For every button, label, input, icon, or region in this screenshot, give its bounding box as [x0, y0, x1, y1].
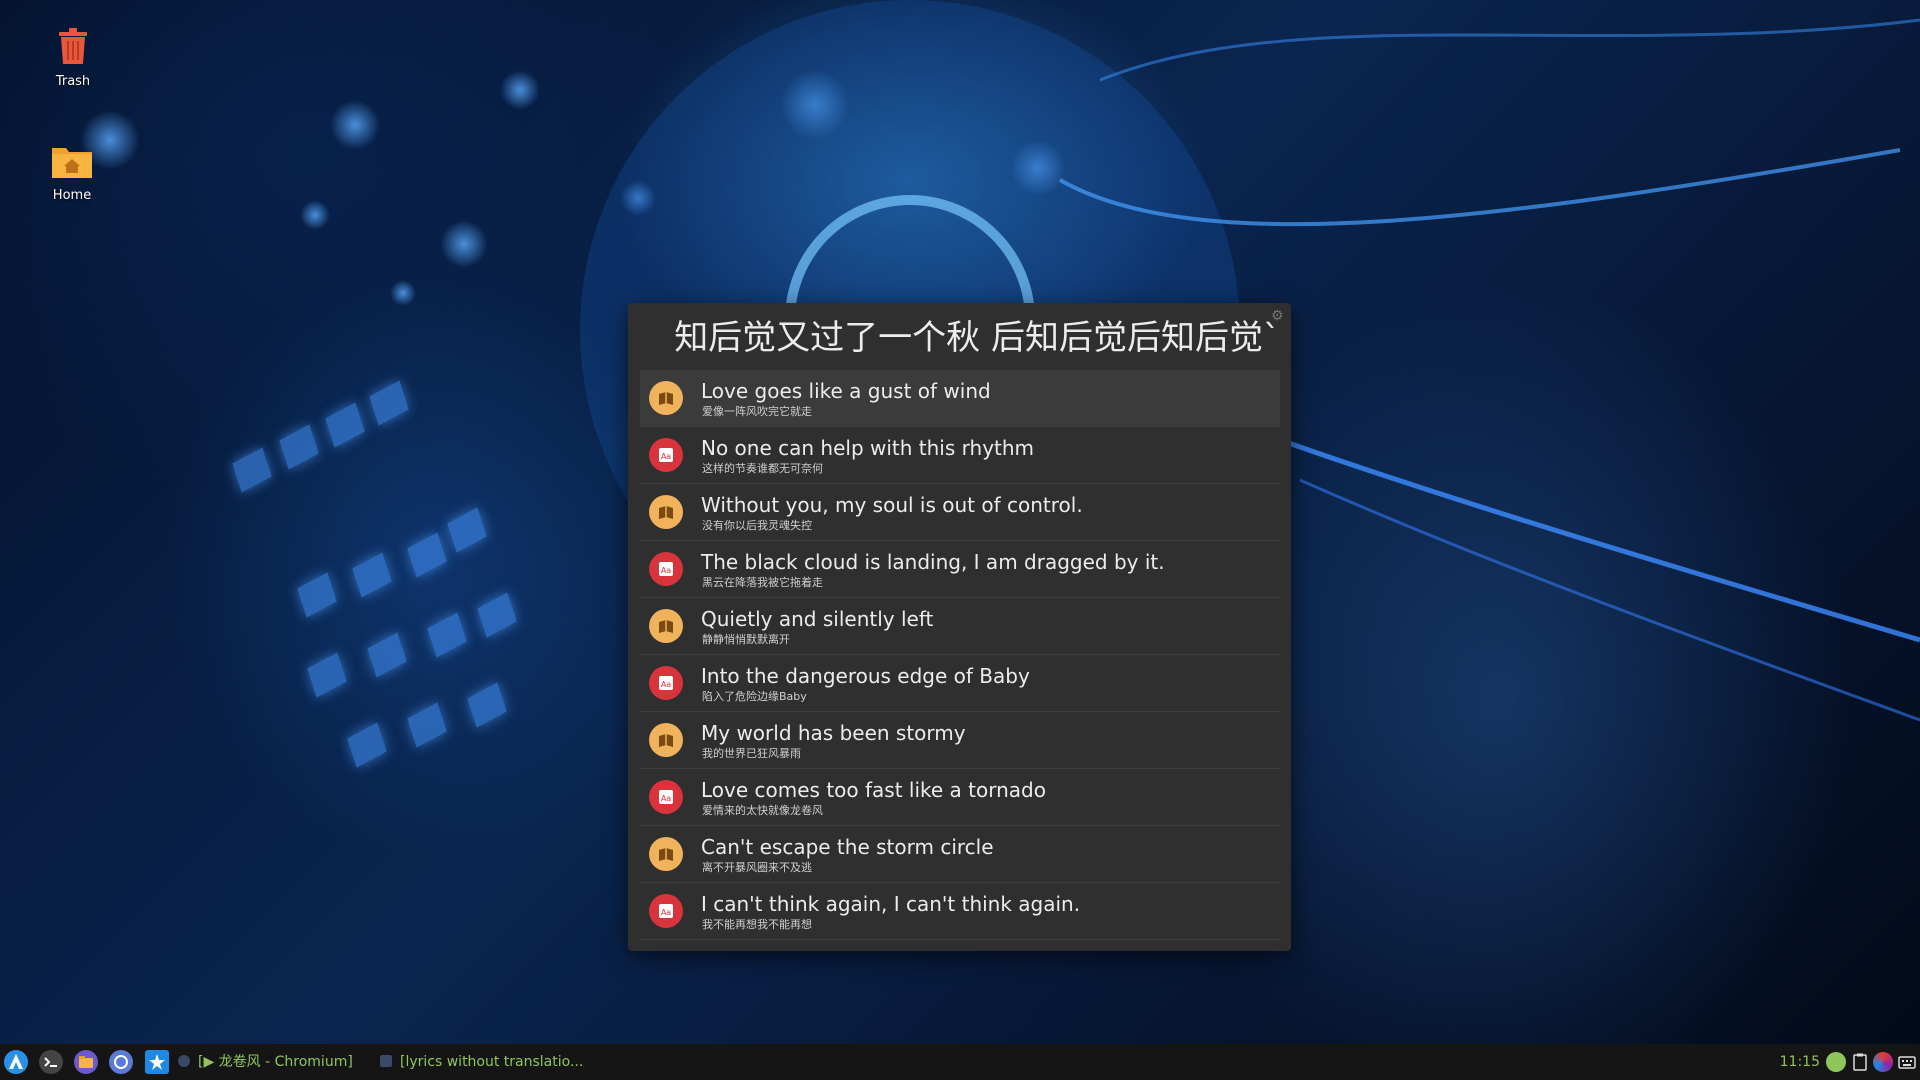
result-item[interactable]: Quietly and silently left 静静悄悄默默离开: [640, 598, 1280, 655]
taskbar: [▶ 龙卷风 - Chromium] [lyrics without trans…: [0, 1044, 1920, 1080]
result-title: No one can help with this rhythm: [701, 436, 1035, 460]
app-menu-icon[interactable]: [4, 1050, 28, 1074]
dictionary-icon: Aa: [649, 438, 683, 472]
result-title: Into the dangerous edge of Baby: [701, 664, 1030, 688]
keyboard-icon[interactable]: [1897, 1052, 1917, 1072]
svg-text:Aa: Aa: [661, 908, 671, 917]
result-item[interactable]: Aa The black cloud is landing, I am drag…: [640, 541, 1280, 598]
clock[interactable]: 11:15: [1780, 1044, 1820, 1080]
svg-text:Aa: Aa: [661, 680, 671, 689]
result-subtitle: 爱情来的太快就像龙卷风: [702, 804, 823, 817]
book-icon: [649, 837, 683, 871]
result-item[interactable]: Aa No one can help with this rhythm 这样的节…: [640, 427, 1280, 484]
result-title: The black cloud is landing, I am dragged…: [701, 550, 1165, 574]
desktop: Trash Home ⚙ 知后觉又过了一个秋 后知后觉后知后觉` Love go…: [0, 0, 1920, 1080]
task-label: [▶ 龙卷风 - Chromium]: [198, 1054, 353, 1070]
result-subtitle: 静静悄悄默默离开: [702, 633, 790, 646]
book-icon: [649, 723, 683, 757]
chromium-task-icon: [178, 1055, 190, 1067]
color-app-icon[interactable]: [1873, 1052, 1893, 1072]
svg-text:Aa: Aa: [661, 566, 671, 575]
task-label: [lyrics without translatio...: [400, 1054, 584, 1070]
svg-text:Aa: Aa: [661, 794, 671, 803]
lyrics-search-window: ⚙ 知后觉又过了一个秋 后知后觉后知后觉` Love goes like a g…: [628, 303, 1291, 951]
trash-icon: [23, 26, 123, 70]
file-manager-icon[interactable]: [74, 1050, 98, 1074]
result-title: Love comes too fast like a tornado: [701, 778, 1046, 802]
dictionary-icon: Aa: [649, 666, 683, 700]
result-subtitle: 黑云在降落我被它拖着走: [702, 576, 823, 589]
desktop-icon-label: Home: [52, 188, 92, 203]
clipboard-icon[interactable]: [1850, 1052, 1870, 1072]
result-item[interactable]: Can't escape the storm circle 离不开暴风圈来不及逃: [640, 826, 1280, 883]
network-icon[interactable]: [1826, 1052, 1846, 1072]
result-item[interactable]: Love goes like a gust of wind 爱像一阵风吹完它就走: [640, 370, 1280, 427]
result-item[interactable]: Aa Into the dangerous edge of Baby 陷入了危险…: [640, 655, 1280, 712]
result-item[interactable]: Aa I can't think again, I can't think ag…: [640, 883, 1280, 940]
chromium-icon[interactable]: [109, 1050, 133, 1074]
result-title: Without you, my soul is out of control.: [701, 493, 1083, 517]
result-subtitle: 陷入了危险边缘Baby: [702, 690, 807, 703]
book-icon: [649, 495, 683, 529]
result-subtitle: 没有你以后我灵魂失控: [702, 519, 812, 532]
dictionary-icon: Aa: [649, 552, 683, 586]
result-item[interactable]: My world has been stormy 我的世界已狂风暴雨: [640, 712, 1280, 769]
result-subtitle: 我的世界已狂风暴雨: [702, 747, 801, 760]
search-input[interactable]: 知后觉又过了一个秋 后知后觉后知后觉`: [638, 309, 1280, 367]
result-title: Can't escape the storm circle: [701, 835, 994, 859]
result-subtitle: 离不开暴风圈来不及逃: [702, 861, 812, 874]
result-item[interactable]: Aa Love comes too fast like a tornado 爱情…: [640, 769, 1280, 826]
result-subtitle: 爱像一阵风吹完它就走: [702, 405, 812, 418]
dictionary-icon: Aa: [649, 780, 683, 814]
home-folder-icon: [22, 142, 122, 184]
svg-text:Aa: Aa: [661, 452, 671, 461]
result-title: I can't think again, I can't think again…: [701, 892, 1081, 916]
desktop-icon-trash[interactable]: Trash: [23, 26, 123, 89]
lyrics-task-icon: [380, 1055, 392, 1067]
book-icon: [649, 381, 683, 415]
desktop-icon-home[interactable]: Home: [22, 142, 122, 203]
settings-app-icon[interactable]: [145, 1050, 169, 1074]
desktop-icon-label: Trash: [55, 74, 91, 89]
results-list: Love goes like a gust of wind 爱像一阵风吹完它就走…: [640, 370, 1280, 940]
result-title: Quietly and silently left: [701, 607, 934, 631]
taskbar-task-chromium[interactable]: [▶ 龙卷风 - Chromium]: [178, 1044, 353, 1080]
book-icon: [649, 609, 683, 643]
result-subtitle: 这样的节奏谁都无可奈何: [702, 462, 823, 475]
terminal-icon[interactable]: [39, 1050, 63, 1074]
result-subtitle: 我不能再想我不能再想: [702, 918, 812, 931]
result-title: Love goes like a gust of wind: [701, 379, 991, 403]
dictionary-icon: Aa: [649, 894, 683, 928]
taskbar-task-lyrics[interactable]: [lyrics without translatio...: [380, 1044, 583, 1080]
result-item[interactable]: Without you, my soul is out of control. …: [640, 484, 1280, 541]
result-title: My world has been stormy: [701, 721, 966, 745]
